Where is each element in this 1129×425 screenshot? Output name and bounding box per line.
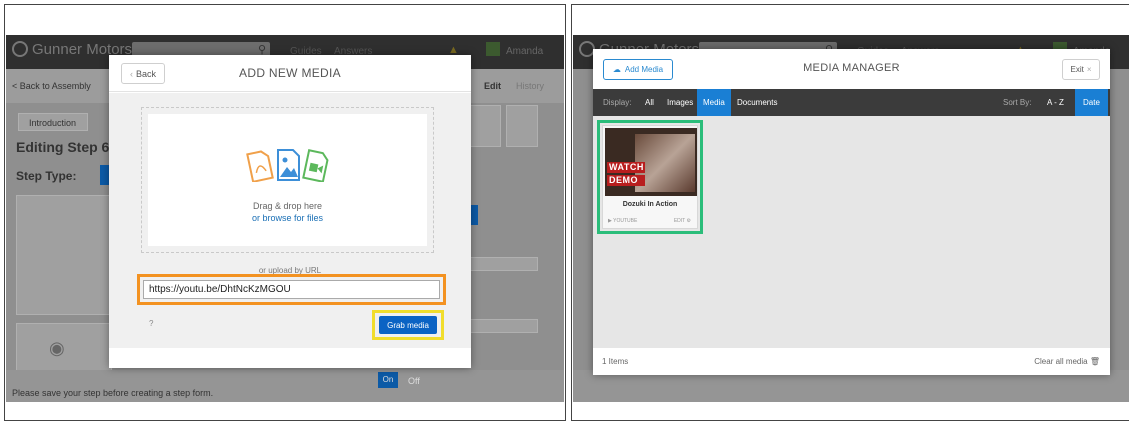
- exit-button[interactable]: Exit ×: [1062, 59, 1100, 80]
- modal-footer: 1 Items Clear all media 🗑: [593, 348, 1110, 375]
- sort-date[interactable]: Date: [1075, 89, 1108, 116]
- right-screenshot-panel: Gunner Motors ⚲ Guides Answers ▲ Amanda …: [571, 4, 1129, 421]
- step-image-area: [16, 195, 112, 315]
- thumb-1[interactable]: [469, 105, 501, 147]
- filter-documents[interactable]: Documents: [731, 89, 783, 116]
- left-screen: Gunner Motors ⚲ Guides Answers ▲ Amanda …: [6, 35, 564, 402]
- display-label: Display:: [603, 98, 632, 107]
- step-type-label: Step Type:: [16, 169, 77, 183]
- thumb-text-demo: DEMO: [607, 175, 645, 186]
- filter-images[interactable]: Images: [661, 89, 699, 116]
- video-file-icon: [301, 149, 329, 183]
- user-name[interactable]: Amanda: [506, 46, 543, 57]
- toggle-off[interactable]: Off: [408, 376, 420, 386]
- media-item-source: ▶ YOUTUBE: [608, 218, 638, 224]
- items-count: 1 Items: [602, 357, 629, 366]
- media-item-title: Dozuki In Action: [622, 201, 678, 208]
- media-thumbnail[interactable]: WATCH DEMO: [605, 128, 697, 196]
- help-icon[interactable]: ?: [149, 319, 153, 328]
- filter-all[interactable]: All: [639, 89, 660, 116]
- modal-title: ADD NEW MEDIA: [239, 66, 341, 80]
- app-footer-strip: Please save your step before creating a …: [6, 370, 564, 402]
- clear-all-media-link[interactable]: Clear all media 🗑: [1034, 357, 1100, 366]
- tab-introduction[interactable]: Introduction: [18, 113, 88, 131]
- footer-note: Please save your step before creating a …: [12, 388, 214, 398]
- back-to-assembly-link[interactable]: < Back to Assembly: [12, 81, 91, 91]
- modal-header: ☁ Add Media MEDIA MANAGER Exit ×: [593, 49, 1110, 89]
- toggle-on[interactable]: On: [378, 372, 398, 388]
- url-input[interactable]: [143, 280, 440, 299]
- drop-text: Drag & drop here: [252, 201, 323, 211]
- media-grid: WATCH DEMO Dozuki In Action ▶ YOUTUBE ED…: [593, 116, 1110, 348]
- tab-edit[interactable]: Edit: [484, 81, 501, 91]
- modal-body: Drag & drop here or browse for files or …: [109, 93, 471, 348]
- modal-title: MEDIA MANAGER: [803, 62, 900, 74]
- file-type-icons: [148, 148, 427, 187]
- logo-ring-icon: [12, 41, 28, 57]
- media-item[interactable]: WATCH DEMO Dozuki In Action ▶ YOUTUBE ED…: [602, 125, 698, 229]
- file-icons-svg: [245, 149, 329, 183]
- close-icon: ×: [1086, 65, 1092, 74]
- filter-media[interactable]: Media: [697, 89, 731, 116]
- sort-a-z[interactable]: A - Z: [1041, 89, 1070, 116]
- dropzone[interactable]: Drag & drop here or browse for files: [141, 107, 434, 253]
- tab-history[interactable]: History: [516, 81, 544, 91]
- right-screen: Gunner Motors ⚲ Guides Answers ▲ Amanda …: [573, 35, 1129, 402]
- media-manager-modal: ☁ Add Media MEDIA MANAGER Exit × Display: …: [593, 49, 1110, 375]
- video-icon: ▶: [608, 218, 612, 224]
- pdf-file-icon: [245, 150, 274, 183]
- trash-icon: 🗑: [1089, 357, 1100, 366]
- media-item-edit[interactable]: EDIT ⚙: [674, 218, 691, 224]
- add-media-modal: ‹ Back ADD NEW MEDIA Drag & drop here or…: [109, 55, 471, 368]
- image-file-icon: [276, 149, 300, 181]
- page-title: Editing Step 6: [16, 139, 110, 155]
- camera-icon: ◉: [49, 338, 65, 358]
- left-screenshot-panel: Gunner Motors ⚲ Guides Answers ▲ Amanda …: [4, 4, 566, 421]
- gear-icon: ⚙: [686, 218, 691, 224]
- bg-field-2[interactable]: [466, 319, 538, 333]
- sort-label: Sort By:: [1003, 98, 1032, 107]
- thumb-2[interactable]: [506, 105, 538, 147]
- bg-field-1[interactable]: [466, 257, 538, 271]
- avatar[interactable]: [486, 42, 500, 56]
- grab-media-button[interactable]: Grab media: [379, 316, 437, 334]
- browse-files-link[interactable]: or browse for files: [148, 213, 427, 223]
- thumb-text-watch: WATCH: [607, 162, 645, 173]
- filter-bar: Display: All Images Media Documents Sort…: [593, 89, 1110, 116]
- dropzone-inner[interactable]: Drag & drop here or browse for files: [148, 114, 427, 246]
- step-media-area[interactable]: ◉: [16, 323, 112, 375]
- modal-header: ‹ Back ADD NEW MEDIA: [109, 55, 471, 92]
